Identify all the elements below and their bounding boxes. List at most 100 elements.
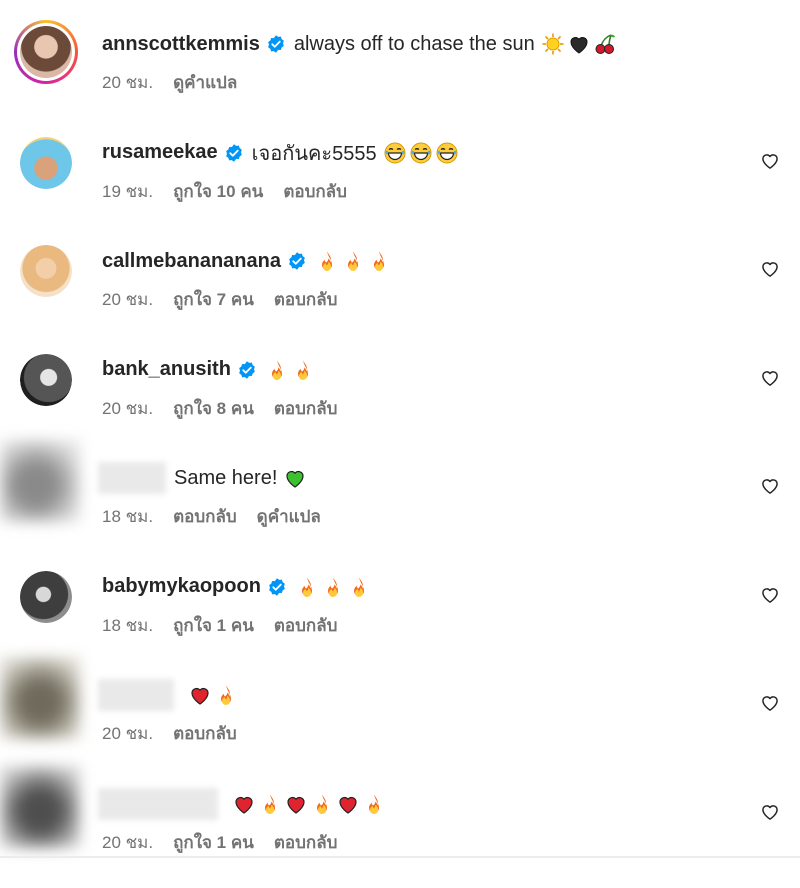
comment-item: Same here! 18 ชม. ตอบกลับ ดูคำแปล bbox=[0, 440, 800, 562]
comment-item: 20 ชม. ตอบกลับ bbox=[0, 657, 800, 779]
reply-button[interactable]: ตอบกลับ bbox=[274, 286, 338, 313]
reply-button[interactable]: ตอบกลับ bbox=[274, 829, 338, 856]
comment-body bbox=[98, 787, 388, 820]
black-heart-emoji-icon bbox=[567, 32, 593, 56]
comment-text: Same here! bbox=[174, 466, 278, 489]
comment-body: annscottkemmis always off to chase the su… bbox=[102, 31, 619, 57]
comment-meta: 19 ชม. ถูกใจ 10 คน ตอบกลับ bbox=[102, 178, 367, 205]
verified-badge-icon bbox=[237, 360, 257, 380]
comment-username[interactable]: babymykaopoon bbox=[102, 575, 261, 598]
like-heart-icon[interactable] bbox=[760, 259, 780, 279]
see-translation-button[interactable]: ดูคำแปล bbox=[173, 69, 237, 96]
comment-body: rusameekae เจอกันคะ5555 bbox=[102, 140, 461, 166]
comment-timestamp[interactable]: 20 ชม. bbox=[102, 395, 153, 422]
avatar[interactable] bbox=[20, 570, 72, 623]
fire-emoji-icon bbox=[367, 249, 393, 273]
comment-timestamp[interactable]: 19 ชม. bbox=[102, 178, 153, 205]
fire-emoji-icon bbox=[214, 683, 240, 707]
comment-username[interactable]: bank_anusith bbox=[102, 358, 231, 381]
comment-emojis bbox=[383, 141, 461, 165]
avatar[interactable] bbox=[0, 765, 80, 848]
comment-timestamp[interactable]: 18 ชม. bbox=[102, 503, 153, 530]
fire-emoji-icon bbox=[362, 792, 388, 816]
comment-timestamp[interactable]: 20 ชม. bbox=[102, 829, 153, 856]
comment-emojis bbox=[295, 575, 373, 599]
like-count[interactable]: ถูกใจ 8 คน bbox=[173, 395, 254, 422]
red-heart-emoji-icon bbox=[336, 792, 362, 816]
avatar[interactable] bbox=[14, 20, 78, 84]
comment-username[interactable]: rusameekae bbox=[102, 141, 218, 164]
red-heart-emoji-icon bbox=[188, 683, 214, 707]
like-count[interactable]: ถูกใจ 1 คน bbox=[173, 612, 254, 639]
like-count[interactable]: ถูกใจ 7 คน bbox=[173, 286, 254, 313]
comment-item: 20 ชม. ถูกใจ 1 คน ตอบกลับ bbox=[0, 765, 800, 888]
comment-timestamp[interactable]: 20 ชม. bbox=[102, 286, 153, 313]
comment-body: babymykaopoon bbox=[102, 574, 373, 600]
fire-emoji-icon bbox=[321, 575, 347, 599]
comment-meta: 20 ชม. ถูกใจ 1 คน ตอบกลับ bbox=[102, 829, 357, 856]
fire-emoji-icon bbox=[315, 249, 341, 273]
comment-item: rusameekae เจอกันคะ5555 19 ชม. ถูกใจ 10 คน ต… bbox=[0, 136, 800, 237]
grinning-sweat-emoji-icon bbox=[383, 141, 409, 165]
like-heart-icon[interactable] bbox=[760, 693, 780, 713]
comment-emojis bbox=[232, 792, 388, 816]
comment-item: babymykaopoon 18 ชม. ถูกใจ 1 คน ตอบกลับ bbox=[0, 570, 800, 671]
fire-emoji-icon bbox=[295, 575, 321, 599]
comment-meta: 20 ชม. ถูกใจ 7 คน ตอบกลับ bbox=[102, 286, 357, 313]
avatar[interactable] bbox=[20, 353, 72, 406]
comment-timestamp[interactable]: 20 ชม. bbox=[102, 720, 153, 747]
fire-emoji-icon bbox=[265, 358, 291, 382]
grinning-sweat-emoji-icon bbox=[435, 141, 461, 165]
fire-emoji-icon bbox=[347, 575, 373, 599]
avatar[interactable] bbox=[0, 657, 80, 739]
comment-text: always off to chase the sun bbox=[293, 32, 535, 55]
divider bbox=[0, 856, 800, 858]
verified-badge-icon bbox=[287, 251, 307, 271]
comment-item: callmebanananana 20 ชม. ถูกใจ 7 คน ตอบกลับ bbox=[0, 245, 800, 345]
comment-item: bank_anusith 20 ชม. ถูกใจ 8 คน ตอบกลับ bbox=[0, 353, 800, 454]
comment-username[interactable]: annscottkemmis bbox=[102, 33, 260, 56]
reply-button[interactable]: ตอบกลับ bbox=[283, 178, 347, 205]
avatar[interactable] bbox=[20, 245, 72, 297]
comment-body bbox=[98, 679, 240, 711]
reply-button[interactable]: ตอบกลับ bbox=[274, 395, 338, 422]
comment-meta: 20 ชม. ตอบกลับ bbox=[102, 720, 257, 747]
like-heart-icon[interactable] bbox=[760, 585, 780, 605]
red-heart-emoji-icon bbox=[232, 792, 258, 816]
red-heart-emoji-icon bbox=[284, 792, 310, 816]
like-heart-icon[interactable] bbox=[760, 368, 780, 388]
comment-meta: 20 ชม. ถูกใจ 8 คน ตอบกลับ bbox=[102, 395, 357, 422]
reply-button[interactable]: ตอบกลับ bbox=[173, 503, 237, 530]
comment-timestamp[interactable]: 18 ชม. bbox=[102, 612, 153, 639]
cherries-emoji-icon bbox=[593, 32, 619, 56]
avatar[interactable] bbox=[20, 136, 72, 189]
like-count[interactable]: ถูกใจ 10 คน bbox=[173, 178, 263, 205]
like-heart-icon[interactable] bbox=[760, 802, 780, 822]
like-count[interactable]: ถูกใจ 1 คน bbox=[173, 829, 254, 856]
comment-meta: 18 ชม. ตอบกลับ ดูคำแปล bbox=[102, 503, 341, 530]
blurred-username bbox=[98, 679, 174, 711]
comment-emojis bbox=[265, 358, 317, 382]
fire-emoji-icon bbox=[258, 792, 284, 816]
see-translation-button[interactable]: ดูคำแปล bbox=[257, 503, 321, 530]
verified-badge-icon bbox=[224, 143, 244, 163]
comment-emojis bbox=[188, 683, 240, 707]
verified-badge-icon bbox=[266, 34, 286, 54]
comment-body: bank_anusith bbox=[102, 357, 317, 383]
fire-emoji-icon bbox=[291, 358, 317, 382]
comment-body: callmebanananana bbox=[102, 248, 393, 274]
like-heart-icon[interactable] bbox=[760, 476, 780, 496]
grinning-sweat-emoji-icon bbox=[409, 141, 435, 165]
sun-emoji-icon bbox=[541, 32, 567, 56]
comment-emojis bbox=[541, 32, 619, 56]
blurred-username bbox=[98, 462, 166, 494]
comment-timestamp[interactable]: 20 ชม. bbox=[102, 69, 153, 96]
comment-text: เจอกันคะ5555 bbox=[251, 142, 377, 165]
comment-username[interactable]: callmebanananana bbox=[102, 250, 281, 273]
reply-button[interactable]: ตอบกลับ bbox=[173, 720, 237, 747]
comment-meta: 18 ชม. ถูกใจ 1 คน ตอบกลับ bbox=[102, 612, 357, 639]
comment-emojis bbox=[315, 249, 393, 273]
like-heart-icon[interactable] bbox=[760, 151, 780, 171]
reply-button[interactable]: ตอบกลับ bbox=[274, 612, 338, 639]
avatar[interactable] bbox=[0, 440, 80, 522]
